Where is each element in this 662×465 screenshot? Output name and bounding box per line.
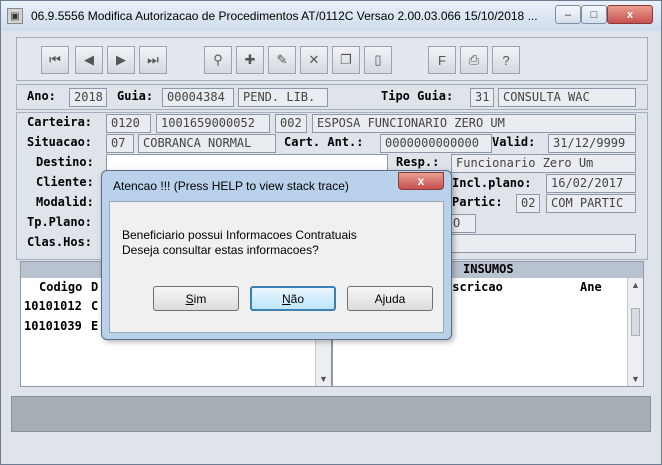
scroll-down-icon[interactable]: ▼ xyxy=(319,374,328,384)
question-icon: ? xyxy=(502,52,510,68)
filter-icon: F xyxy=(438,52,446,68)
delete-button[interactable]: ✕ xyxy=(300,46,328,74)
nao-label: ão xyxy=(290,291,305,306)
dialog-close-button[interactable]: x xyxy=(398,172,444,190)
copy-icon: ❐ xyxy=(340,52,352,67)
cart-ant-field[interactable]: 0000000000000 xyxy=(380,134,492,153)
next-record-button[interactable]: ▶ xyxy=(107,46,135,74)
pencil-icon: ✎ xyxy=(276,52,288,67)
tipo-guia-desc-field: CONSULTA WAC xyxy=(498,88,636,107)
tipo-guia-label: Tipo Guia: xyxy=(381,89,454,103)
title-bar: ▣ 06.9.5556 Modifica Autorizacao de Proc… xyxy=(1,1,661,31)
scroll-thumb[interactable] xyxy=(631,308,640,336)
copy-button[interactable]: ❐ xyxy=(332,46,360,74)
sim-accel: S xyxy=(185,291,194,306)
dialog-button-bar: Sim Não Ajuda xyxy=(110,264,443,332)
ajuda-button[interactable]: Ajuda xyxy=(347,286,433,311)
partic-label: Partic: xyxy=(452,195,503,209)
edit-button[interactable]: ✎ xyxy=(268,46,296,74)
insumos-title: INSUMOS xyxy=(463,262,514,276)
door-icon: ▯ xyxy=(374,52,382,67)
tipo-guia-code-field[interactable]: 31 xyxy=(470,88,494,107)
modalid-label: Modalid: xyxy=(36,195,94,209)
valid-field: 31/12/9999 xyxy=(548,134,636,153)
ano-field[interactable]: 2018 xyxy=(69,88,107,107)
dialog-body: Beneficiario possui Informacoes Contratu… xyxy=(109,201,444,333)
carteira-field-2[interactable]: 1001659000052 xyxy=(156,114,270,133)
dialog-message-line-1: Beneficiario possui Informacoes Contratu… xyxy=(122,228,357,242)
situacao-label: Situacao: xyxy=(27,135,93,149)
delete-icon: ✕ xyxy=(308,52,320,67)
window-title: 06.9.5556 Modifica Autorizacao de Proced… xyxy=(31,9,538,23)
situacao-field: COBRANCA NORMAL xyxy=(138,134,276,153)
beneficiario-field: ESPOSA FUNCIONARIO ZERO UM xyxy=(312,114,636,133)
procedure-code: 10101039 xyxy=(24,319,82,333)
resp-field: Funcionario Zero Um xyxy=(451,154,636,173)
attention-dialog: Atencao !!! (Press HELP to view stack tr… xyxy=(101,170,452,340)
sim-button[interactable]: Sim xyxy=(153,286,239,311)
nao-button[interactable]: Não xyxy=(250,286,336,311)
partic-field: COM PARTIC xyxy=(546,194,636,213)
tp-plano-label: Tp.Plano: xyxy=(27,215,93,229)
nao-accel: N xyxy=(281,291,291,306)
situacao-code-field: 07 xyxy=(106,134,134,153)
insumos-descricao-column-header[interactable]: escricao xyxy=(445,280,503,294)
valid-label: Valid: xyxy=(492,135,536,149)
help-button[interactable]: ? xyxy=(492,46,520,74)
dialog-title: Atencao !!! (Press HELP to view stack tr… xyxy=(113,179,349,193)
skip-last-icon: ⏭ xyxy=(147,52,159,67)
maximize-button[interactable]: □ xyxy=(581,5,607,24)
status-bar xyxy=(11,396,651,432)
cart-ant-label: Cart. Ant.: xyxy=(284,135,364,149)
procedure-desc: C xyxy=(91,299,99,313)
printer-icon: ⎙ xyxy=(468,52,480,67)
procedure-desc: E xyxy=(91,319,99,333)
procedure-code: 10101012 xyxy=(24,299,82,313)
scroll-up-icon[interactable]: ▲ xyxy=(631,280,640,290)
destino-label: Destino: xyxy=(36,155,94,169)
triangle-left-icon: ◀ xyxy=(84,52,94,67)
carteira-label: Carteira: xyxy=(27,115,93,129)
partic-code-field: 02 xyxy=(516,194,540,213)
carteira-field-3[interactable]: 002 xyxy=(275,114,307,133)
tp-plano-field: O xyxy=(448,214,476,233)
add-button[interactable]: ✚ xyxy=(236,46,264,74)
carteira-field-1[interactable]: 0120 xyxy=(106,114,151,133)
codigo-column-header[interactable]: Codigo xyxy=(39,280,82,294)
ano-label: Ano: xyxy=(27,89,56,103)
minimize-button[interactable]: – xyxy=(555,5,581,24)
app-icon: ▣ xyxy=(7,8,23,24)
toolbar: ⏮ ◀ ▶ ⏭ ⚲ ✚ ✎ ✕ ❐ ▯ F ⎙ ? xyxy=(16,37,648,81)
insumos-ane-column-header[interactable]: Ane xyxy=(580,280,602,294)
insumos-scrollbar[interactable]: ▲ ▼ xyxy=(627,278,643,386)
guia-field[interactable]: 00004384 xyxy=(162,88,234,107)
exit-button[interactable]: ▯ xyxy=(364,46,392,74)
clas-hos-field xyxy=(448,234,636,253)
key-icon: ⚲ xyxy=(213,52,223,67)
skip-first-icon: ⏮ xyxy=(49,52,61,67)
plus-icon: ✚ xyxy=(244,52,256,67)
print-button[interactable]: ⎙ xyxy=(460,46,488,74)
descricao-column-header[interactable]: D xyxy=(91,280,98,294)
status-field: PEND. LIB. xyxy=(238,88,328,107)
first-record-button[interactable]: ⏮ xyxy=(41,46,69,74)
resp-label: Resp.: xyxy=(396,155,440,169)
cliente-label: Cliente: xyxy=(36,175,94,189)
search-button[interactable]: ⚲ xyxy=(204,46,232,74)
clas-hos-label: Clas.Hos: xyxy=(27,235,93,249)
incl-plano-field: 16/02/2017 xyxy=(546,174,636,193)
filter-button[interactable]: F xyxy=(428,46,456,74)
guia-label: Guia: xyxy=(117,89,154,103)
previous-record-button[interactable]: ◀ xyxy=(75,46,103,74)
incl-plano-label: Incl.plano: xyxy=(452,176,532,190)
last-record-button[interactable]: ⏭ xyxy=(139,46,167,74)
scroll-down-icon[interactable]: ▼ xyxy=(631,374,640,384)
sim-label: im xyxy=(193,291,207,306)
close-button[interactable]: x xyxy=(607,5,653,24)
triangle-right-icon: ▶ xyxy=(116,52,126,67)
dialog-message-line-2: Deseja consultar estas informacoes? xyxy=(122,243,319,257)
